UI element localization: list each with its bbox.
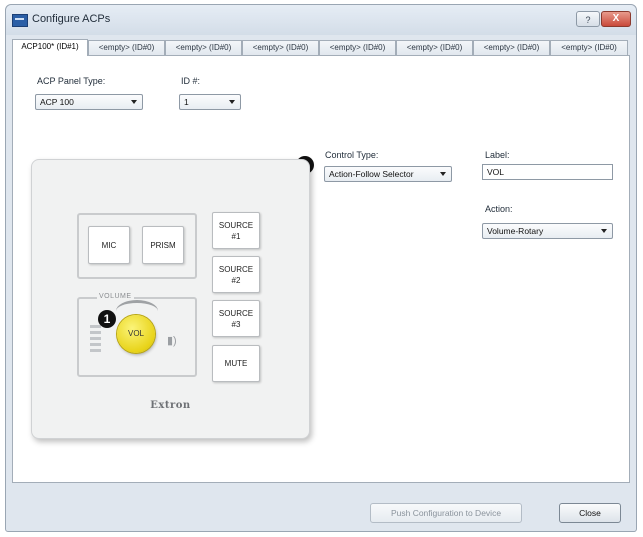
tab-content: ACP Panel Type: ACP 100 ID #: 1 Control … — [12, 55, 630, 483]
id-label: ID #: — [181, 76, 201, 86]
level-bar — [90, 343, 101, 346]
tab-empty-4[interactable]: <empty> (ID#0) — [242, 40, 319, 55]
level-bar — [90, 325, 101, 328]
tab-empty-6[interactable]: <empty> (ID#0) — [396, 40, 473, 55]
action-value: Volume-Rotary — [487, 226, 544, 236]
title-bar: Configure ACPs ? X — [6, 5, 636, 35]
level-bar — [90, 331, 101, 334]
id-value: 1 — [184, 97, 189, 107]
id-select[interactable]: 1 — [179, 94, 241, 110]
chevron-down-icon — [229, 100, 235, 104]
tab-empty-5[interactable]: <empty> (ID#0) — [319, 40, 396, 55]
tab-empty-8[interactable]: <empty> (ID#0) — [550, 40, 628, 55]
label-input[interactable]: VOL — [482, 164, 613, 180]
callout-badge-1: 1 — [98, 310, 116, 328]
chevron-down-icon — [131, 100, 137, 104]
speaker-icon: ▮) — [167, 335, 177, 347]
tab-strip: ACP100* (ID#1) <empty> (ID#0) <empty> (I… — [12, 39, 630, 56]
panel-type-value: ACP 100 — [40, 97, 74, 107]
help-button[interactable]: ? — [576, 11, 600, 27]
action-select[interactable]: Volume-Rotary — [482, 223, 613, 239]
configure-acps-window: Configure ACPs ? X ACP100* (ID#1) <empty… — [5, 4, 637, 532]
tab-acp-1[interactable]: ACP100* (ID#1) — [12, 39, 88, 56]
chevron-down-icon — [601, 229, 607, 233]
tab-empty-7[interactable]: <empty> (ID#0) — [473, 40, 550, 55]
level-bar — [90, 337, 101, 340]
volume-knob[interactable]: VOL — [117, 315, 155, 353]
chevron-down-icon — [440, 172, 446, 176]
push-configuration-button[interactable]: Push Configuration to Device — [370, 503, 522, 523]
mic-button[interactable]: MIC — [88, 226, 130, 264]
extron-logo: Extron — [150, 400, 191, 411]
control-type-select[interactable]: Action-Follow Selector — [324, 166, 452, 182]
tab-empty-2[interactable]: <empty> (ID#0) — [88, 40, 165, 55]
volume-label: VOLUME — [97, 293, 134, 300]
panel-type-select[interactable]: ACP 100 — [35, 94, 143, 110]
acp-panel-preview: MIC PRISM VOLUME VOL ▮) SOURCE #1 SOURCE… — [31, 159, 310, 439]
source-3-button[interactable]: SOURCE #3 — [212, 300, 260, 337]
action-label: Action: — [485, 204, 513, 214]
panel-type-label: ACP Panel Type: — [37, 76, 106, 86]
control-type-label: Control Type: — [325, 150, 379, 160]
window-title: Configure ACPs — [32, 13, 111, 25]
level-bar — [90, 349, 101, 352]
mute-button[interactable]: MUTE — [212, 345, 260, 382]
label-label: Label: — [485, 150, 510, 160]
source-2-button[interactable]: SOURCE #2 — [212, 256, 260, 293]
control-type-value: Action-Follow Selector — [329, 169, 414, 179]
source-1-button[interactable]: SOURCE #1 — [212, 212, 260, 249]
tab-empty-3[interactable]: <empty> (ID#0) — [165, 40, 242, 55]
window-close-button[interactable]: X — [601, 11, 631, 27]
close-button[interactable]: Close — [559, 503, 621, 523]
app-icon — [12, 14, 28, 27]
prism-button[interactable]: PRISM — [142, 226, 184, 264]
